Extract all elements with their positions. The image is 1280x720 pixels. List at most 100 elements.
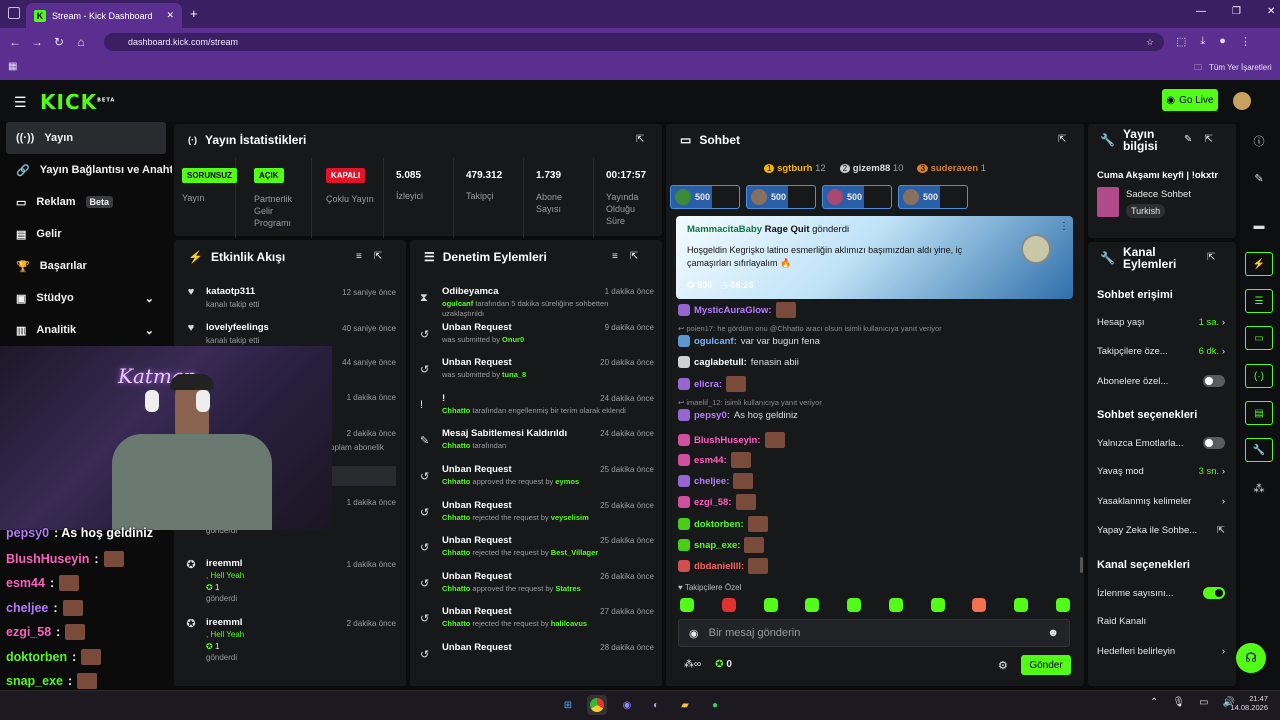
file-explorer-icon[interactable]: ▰ (675, 695, 695, 715)
emote-shortcut-icon[interactable] (805, 598, 820, 612)
discord-icon[interactable]: ◉ (617, 695, 637, 715)
tab-actions-icon[interactable] (8, 7, 20, 19)
chat-message[interactable]: BlushHuseyin: (678, 432, 785, 448)
filter-icon[interactable]: ≡ (612, 251, 618, 262)
category-name[interactable]: Sadece Sohbet (1126, 189, 1191, 200)
sidebar-item-basarilar[interactable]: 🏆 Başarılar (0, 250, 172, 282)
moderation-item[interactable]: ↺ Unban Request was submitted by Onur0 9 da… (418, 322, 658, 356)
home-icon[interactable]: ⌂ (70, 35, 92, 49)
popout-icon[interactable]: ⇱ (630, 251, 638, 262)
sidebar-item-analitik[interactable]: ▥ Analitik ⌄ (0, 314, 172, 346)
support-headset-button[interactable]: ☊ (1236, 643, 1266, 673)
emote-shortcut-icon[interactable] (763, 598, 778, 612)
chat-message[interactable]: ezgi_58: (678, 494, 756, 510)
kicks-chip[interactable]: 500 (746, 185, 816, 209)
chat-panel-button[interactable]: ▭ (1245, 326, 1273, 350)
moderation-item[interactable]: ↺ Unban Request Chhatto rejected the reque… (418, 535, 658, 569)
chat-message[interactable]: pepsy0: As hoş geldiniz (678, 409, 798, 421)
chat-message[interactable]: dbdaniellll: (678, 558, 769, 574)
tools-panel-button[interactable]: 🔧 (1245, 438, 1273, 462)
moderation-item[interactable]: ↺ Unban Request Chhatto approved the reque… (418, 571, 658, 605)
emote-shortcut-icon[interactable] (930, 598, 945, 612)
kicks-chip[interactable]: 500 (898, 185, 968, 209)
chat-input[interactable]: ◉ Bir mesaj gönderin ☻ (678, 619, 1070, 647)
forward-icon[interactable]: → (26, 35, 48, 49)
moderation-item[interactable]: ↺ Unban Request Chhatto rejected the reque… (418, 606, 658, 640)
account-age-setting[interactable]: Hesap yaşı 1 sa. › (1097, 317, 1225, 328)
moderation-item[interactable]: ↺ Unban Request Chhatto approved the reque… (418, 464, 658, 498)
go-live-button[interactable]: ◉ Go Live (1162, 89, 1218, 111)
moderation-item[interactable]: ✎ Mesaj Sabitlemesi Kaldırıldı Chhatto tar… (418, 428, 658, 462)
followers-only-setting[interactable]: Takipçilere öze... 6 dk. › (1097, 346, 1225, 357)
subs-only-toggle[interactable] (1203, 375, 1225, 387)
stats-panel-button[interactable]: (·) (1245, 364, 1273, 388)
extensions-icon[interactable]: ⬚ (1176, 35, 1186, 48)
emote-shortcut-icon[interactable] (847, 598, 862, 612)
chat-message[interactable]: esm44: (678, 452, 751, 468)
chat-username[interactable]: esm44: (694, 455, 727, 466)
popout-icon[interactable]: ⇱ (1207, 252, 1215, 263)
minimize-icon[interactable]: — (1196, 6, 1206, 17)
spotify-icon[interactable]: ● (705, 695, 725, 715)
profile-avatar[interactable]: ● (1219, 35, 1226, 48)
viewer-count-toggle[interactable] (1203, 587, 1225, 599)
all-bookmarks-link[interactable]: Tüm Yer İşaretleri (1209, 63, 1272, 72)
chat-scrollbar[interactable] (1080, 557, 1083, 573)
goals-setting[interactable]: Hedefleri belirleyin › (1097, 646, 1225, 657)
activity-item[interactable]: ♥ kataotp311 kanalı takip etti 12 saniye… (184, 286, 404, 309)
kicks-chip[interactable]: 500 (670, 185, 740, 209)
ai-chat-setting[interactable]: Yapay Zeka ile Sohbe... ⇱ (1097, 525, 1225, 536)
info-panel-button[interactable]: ▤ (1245, 401, 1273, 425)
popout-icon[interactable]: ⇱ (1058, 134, 1066, 145)
tray-arrow-icon[interactable]: ⌃ (1150, 697, 1158, 708)
url-bar[interactable]: dashboard.kick.com/stream ☆ (104, 33, 1164, 51)
emote-shortcut-icon[interactable] (721, 598, 736, 612)
sidebar-item-gelir[interactable]: ▤ Gelir (0, 218, 172, 250)
chat-username[interactable]: BlushHuseyin: (694, 435, 761, 446)
maximize-icon[interactable]: ❐ (1232, 6, 1241, 17)
activity-item[interactable]: ✪ ireemml , Hell Yeah ✪ 1 gönderdi 1 dak… (184, 558, 404, 608)
info-icon[interactable]: ⓘ (1245, 129, 1273, 153)
chrome-icon[interactable] (587, 695, 607, 715)
activity-item[interactable]: ♥ lovelyfeelings kanalı takip etti 40 sa… (184, 322, 404, 345)
popout-icon[interactable]: ⇱ (636, 134, 644, 145)
pinned-gift-message[interactable]: MammacitaBaby Rage Quit gönderdi Hoşgeld… (676, 216, 1073, 299)
emote-shortcut-icon[interactable] (1055, 598, 1070, 612)
chat-message[interactable]: caglabetull: fenasin abii (678, 356, 799, 368)
hamburger-menu-icon[interactable]: ☰ (14, 94, 27, 111)
chat-username[interactable]: pepsy0: (694, 410, 730, 421)
chat-message[interactable]: cheljee: (678, 473, 754, 489)
download-icon[interactable]: ⤓ (1200, 35, 1205, 48)
chat-username[interactable]: MysticAuraGlow: (694, 305, 772, 316)
close-tab-icon[interactable]: ✕ (166, 10, 174, 21)
emotes-only-toggle[interactable] (1203, 437, 1225, 449)
menu-icon[interactable]: ⋮ (1240, 35, 1251, 48)
popout-icon[interactable]: ⇱ (374, 251, 382, 262)
sidebar-item-stream-key[interactable]: 🔗 Yayın Bağlantısı ve Anahtarı (0, 154, 172, 186)
slow-mode-setting[interactable]: Yavaş mod 3 sn. › (1097, 466, 1225, 477)
chat-message[interactable]: doktorben: (678, 516, 768, 532)
emote-shortcut-icon[interactable] (972, 598, 987, 612)
emotes-only-setting[interactable]: Yalnızca Emotlarla... (1097, 437, 1225, 449)
chat-username[interactable]: doktorben: (694, 519, 744, 530)
gifter-2[interactable]: 2 gizem88 10 (839, 163, 903, 174)
moderation-item[interactable]: !! Chhatto tarafından engellenmiş bir ter… (418, 393, 658, 427)
apps-grid-icon[interactable]: ▦ (8, 61, 17, 72)
banned-words-setting[interactable]: Yasaklanmış kelimeler › (1097, 496, 1225, 507)
steam-icon[interactable]: ◐ (646, 695, 666, 715)
chat-username[interactable]: snap_exe: (694, 540, 740, 551)
community-icon[interactable]: ⁂ (1245, 476, 1273, 500)
emoji-shield-icon[interactable]: ◉ (689, 627, 699, 640)
chat-settings-gear-icon[interactable]: ⚙ (998, 659, 1008, 672)
gifter-3[interactable]: 3 suderaven 1 (917, 163, 986, 174)
chat-username[interactable]: caglabetull: (694, 357, 747, 368)
close-window-icon[interactable]: ✕ (1267, 6, 1275, 17)
new-tab-button[interactable]: + (190, 6, 198, 21)
moderation-item[interactable]: ↺ Unban Request was submitted by tuna_8 20 … (418, 357, 658, 391)
chat-username[interactable]: ogulcanf: (694, 336, 737, 347)
mic-icon[interactable]: 🎙 (1172, 697, 1185, 708)
raid-setting[interactable]: Raid Kanalı (1097, 616, 1225, 627)
chat-message[interactable]: snap_exe: (678, 537, 765, 553)
edit-pencil-icon[interactable]: ✎ (1184, 134, 1192, 145)
card-icon[interactable]: ▬ (1245, 214, 1273, 238)
